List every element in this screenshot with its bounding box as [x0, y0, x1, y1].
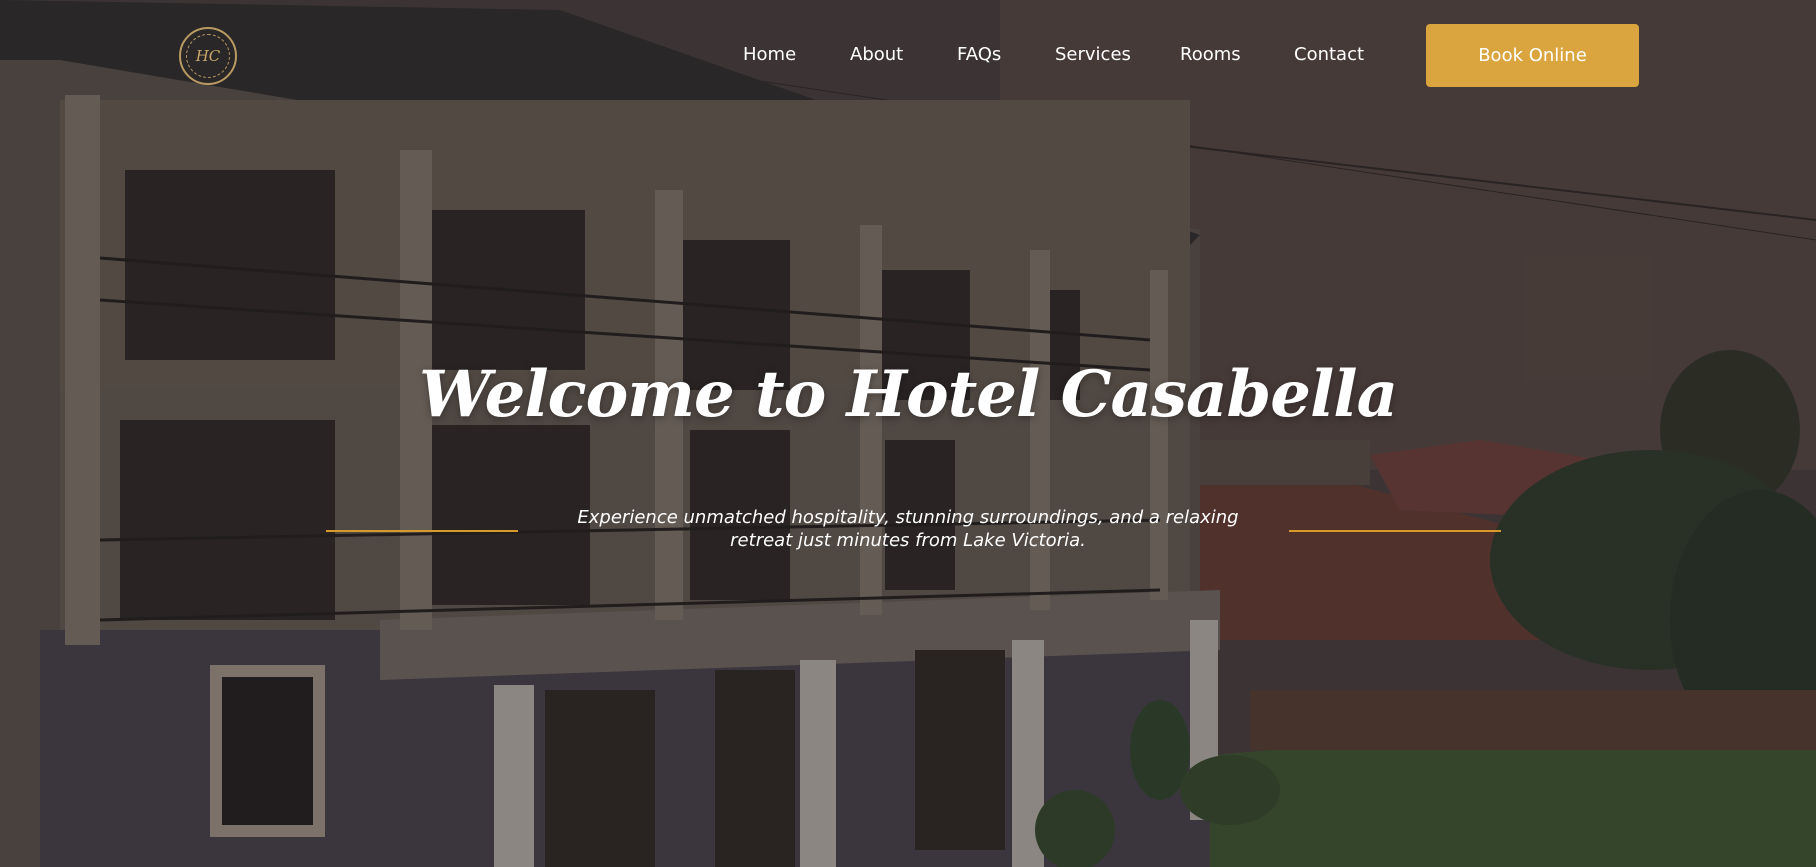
- nav-rooms[interactable]: Rooms: [1180, 44, 1241, 65]
- right-decorative-rule: [1289, 530, 1501, 532]
- hero-dark-overlay: [0, 0, 1816, 867]
- main-navigation: Home About FAQs Services Rooms Contact B…: [0, 0, 1816, 112]
- hero-subtitle: Experience unmatched hospitality, stunni…: [577, 507, 1239, 551]
- left-decorative-rule: [326, 530, 518, 532]
- nav-home[interactable]: Home: [743, 44, 796, 65]
- book-online-button[interactable]: Book Online: [1426, 24, 1639, 87]
- hero-title: Welcome to Hotel Casabella: [418, 357, 1398, 432]
- hero-section: [0, 0, 1816, 867]
- nav-services[interactable]: Services: [1055, 44, 1131, 65]
- nav-about[interactable]: About: [850, 44, 903, 65]
- nav-faqs[interactable]: FAQs: [957, 44, 1001, 65]
- nav-contact[interactable]: Contact: [1294, 44, 1364, 65]
